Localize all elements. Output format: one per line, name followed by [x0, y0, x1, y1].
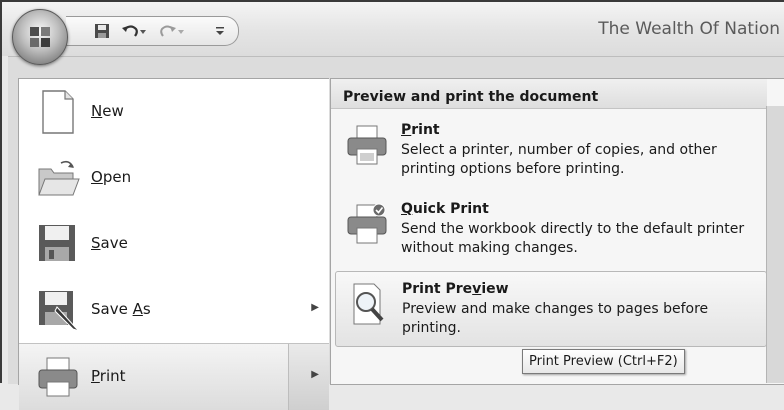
window-title: The Wealth Of Nation [598, 19, 780, 39]
printer-icon [347, 125, 387, 165]
printer-icon [38, 357, 78, 397]
qat-redo-button[interactable] [158, 21, 186, 41]
print-submenu-arrow-button[interactable] [288, 344, 329, 410]
print-submenu-pane: Preview and print the document Print Sel… [330, 78, 784, 385]
save-disk-icon [39, 225, 75, 261]
menu-item-new[interactable]: New [19, 79, 329, 145]
new-document-icon [42, 90, 74, 134]
submenu-item-print[interactable]: Print Select a printer, number of copies… [335, 113, 765, 187]
quick-print-icon [347, 203, 387, 244]
title-bar: The Wealth Of Nation [2, 2, 784, 56]
submenu-item-print-preview[interactable]: Print Preview Preview and make changes t… [335, 271, 767, 347]
submenu-header: Preview and print the document [331, 79, 767, 109]
office-logo-icon [30, 27, 50, 47]
qat-undo-button[interactable] [120, 21, 148, 41]
save-as-icon [39, 291, 80, 332]
save-icon [95, 24, 109, 38]
worksheet-edge [766, 106, 784, 383]
submenu-title-print: Print [401, 122, 440, 138]
menu-label-save: Save [91, 234, 128, 252]
print-preview-icon [353, 283, 384, 325]
submenu-item-quick-print[interactable]: Quick Print Send the workbook directly t… [335, 192, 765, 266]
submenu-title-print-preview: Print Preview [402, 281, 509, 297]
submenu-arrow-icon: ▶ [311, 302, 319, 313]
menu-left-pane: New Open Save Save As ▶ Print ▶ [18, 78, 329, 410]
submenu-title-quick-print: Quick Print [401, 201, 489, 217]
redo-icon [160, 25, 184, 37]
open-folder-icon [38, 160, 80, 196]
office-button[interactable] [12, 9, 68, 65]
submenu-arrow-icon: ▶ [311, 369, 319, 380]
print-preview-tooltip: Print Preview (Ctrl+F2) [522, 349, 685, 374]
menu-label-open: Open [91, 168, 132, 186]
menu-item-print[interactable]: Print ▶ [19, 343, 329, 410]
qat-customize-button[interactable] [212, 21, 228, 41]
menu-item-save-as[interactable]: Save As ▶ [19, 277, 329, 343]
menu-item-open[interactable]: Open [19, 145, 329, 211]
quick-access-toolbar [66, 16, 239, 46]
menu-item-save[interactable]: Save [19, 211, 329, 277]
customize-qat-icon [216, 27, 224, 35]
menu-label-save-as: Save As [91, 300, 151, 318]
undo-icon [122, 25, 146, 37]
menu-label-print: Print [91, 367, 126, 385]
submenu-desc-print-preview: Preview and make changes to pages before… [402, 301, 709, 336]
qat-save-button[interactable] [92, 21, 112, 41]
menu-label-new: New [91, 102, 124, 120]
submenu-desc-quick-print: Send the workbook directly to the defaul… [401, 221, 745, 256]
submenu-desc-print: Select a printer, number of copies, and … [401, 142, 717, 177]
